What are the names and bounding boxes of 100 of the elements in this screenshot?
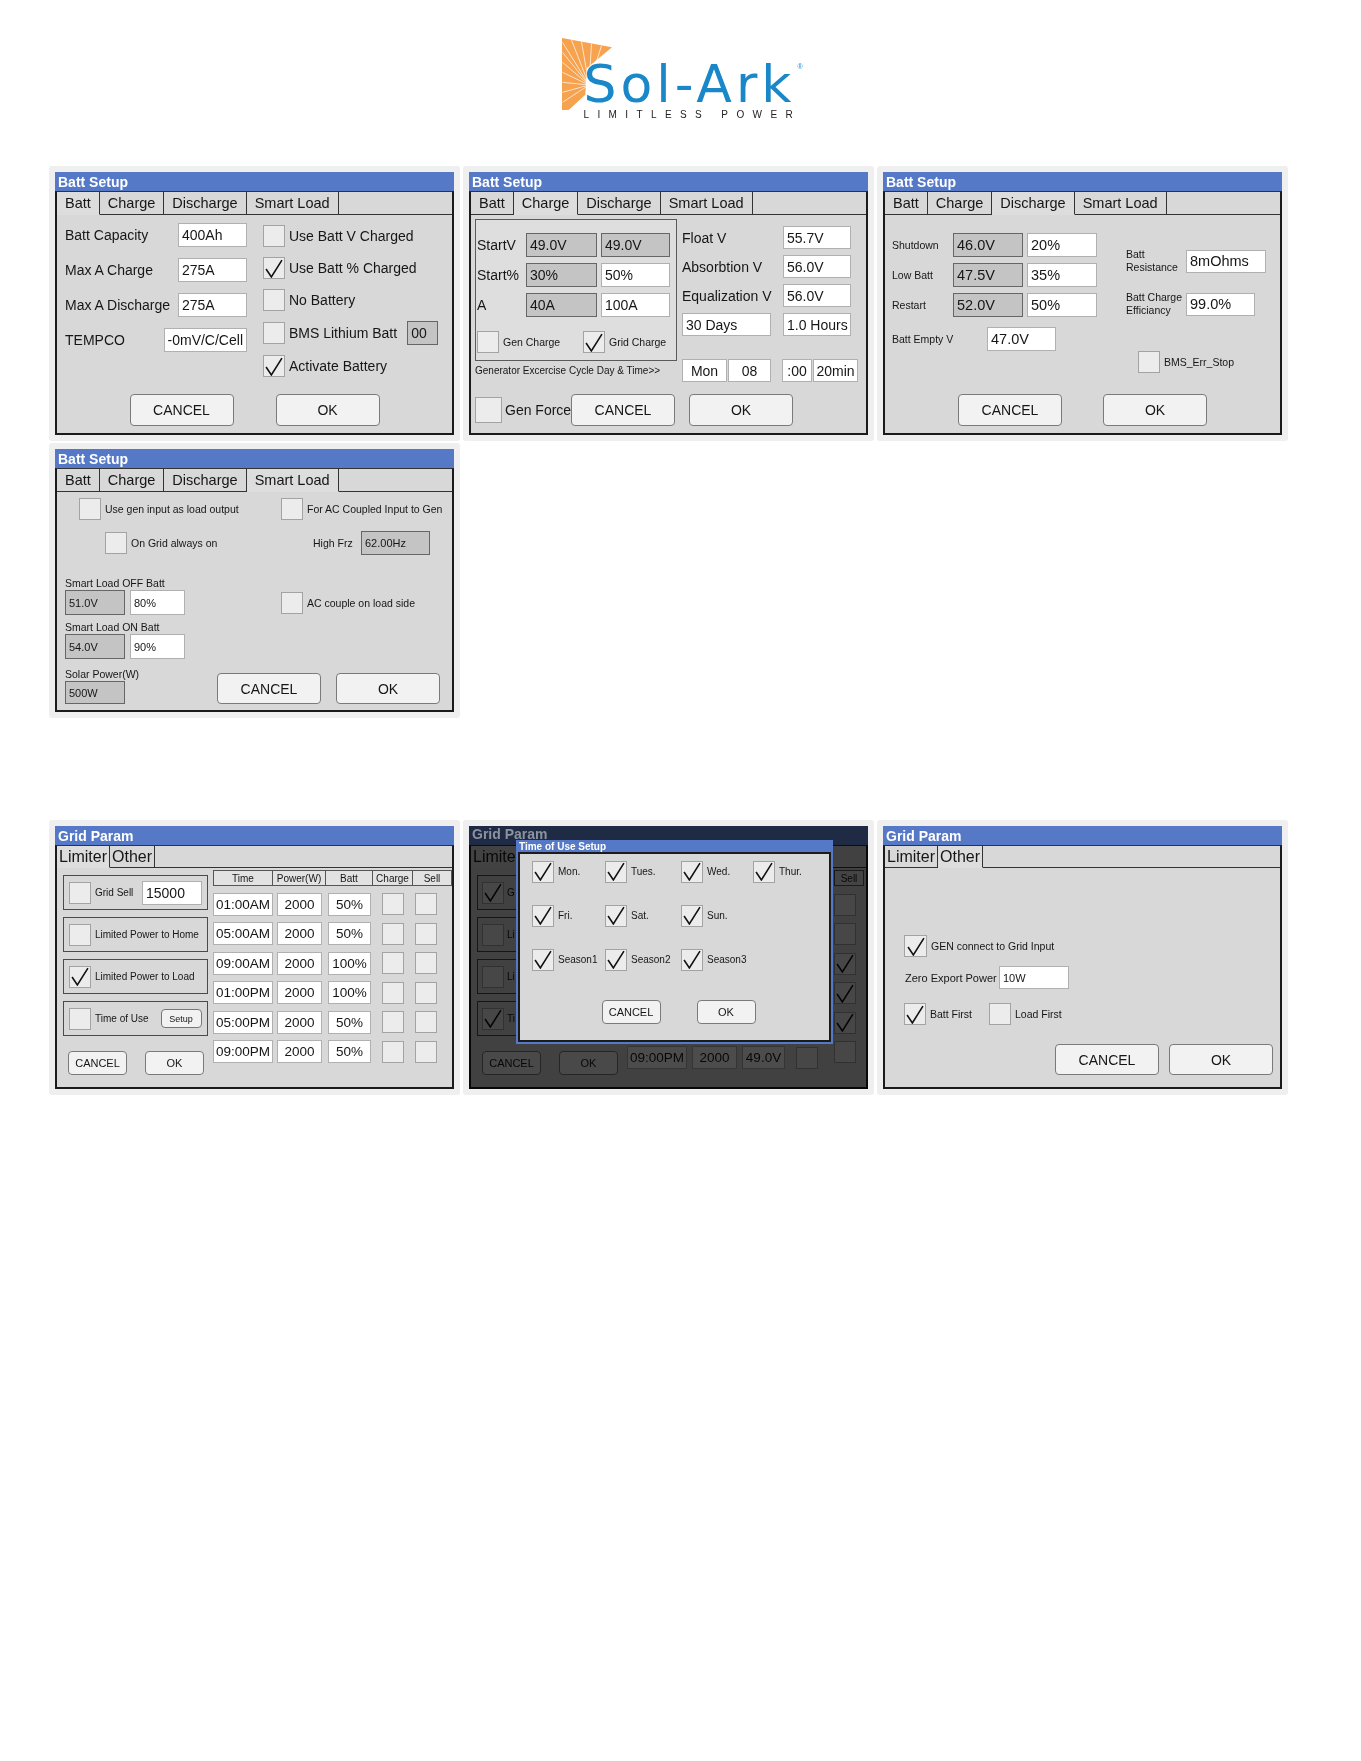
input-field[interactable]: 08: [728, 359, 771, 382]
ok-button[interactable]: OK: [145, 1051, 204, 1075]
tab[interactable]: Smart Load: [660, 192, 753, 215]
checkbox[interactable]: [681, 904, 703, 927]
input-field[interactable]: 400Ah: [178, 223, 247, 247]
checkbox[interactable]: [263, 355, 285, 377]
ok-button[interactable]: OK: [689, 394, 793, 426]
tab[interactable]: Discharge: [164, 192, 247, 215]
checkbox[interactable]: [415, 1040, 437, 1063]
cancel-button[interactable]: CANCEL: [129, 394, 234, 426]
cancel-button[interactable]: CANCEL: [1055, 1044, 1159, 1075]
cancel-button[interactable]: CANCEL: [68, 1051, 127, 1075]
checkbox[interactable]: [382, 1011, 404, 1033]
input-field[interactable]: Mon: [682, 359, 727, 382]
tab[interactable]: Batt: [885, 192, 928, 215]
checkbox[interactable]: [532, 860, 554, 883]
input-field[interactable]: 56.0V: [783, 284, 851, 307]
input-field[interactable]: 35%: [1027, 263, 1097, 287]
tab[interactable]: Batt: [57, 469, 100, 492]
tab[interactable]: Discharge: [992, 192, 1075, 215]
tab[interactable]: Charge: [99, 192, 165, 215]
input-field[interactable]: 2000: [277, 1010, 322, 1034]
input-field[interactable]: 8mOhms: [1186, 249, 1266, 273]
checkbox[interactable]: [482, 1007, 504, 1030]
tab[interactable]: Smart Load: [246, 192, 339, 215]
checkbox[interactable]: [605, 904, 627, 927]
checkbox[interactable]: [69, 881, 91, 904]
tab[interactable]: Discharge: [164, 469, 247, 492]
checkbox[interactable]: [477, 331, 499, 353]
ok-button[interactable]: OK: [1103, 394, 1207, 426]
checkbox[interactable]: [475, 397, 502, 423]
tab[interactable]: Charge: [927, 192, 993, 215]
checkbox[interactable]: [415, 981, 437, 1004]
input-field[interactable]: 80%: [130, 590, 185, 615]
checkbox[interactable]: [834, 923, 856, 945]
checkbox[interactable]: [989, 1003, 1011, 1025]
tab[interactable]: Limiter: [57, 846, 110, 868]
input-field[interactable]: 275A: [178, 293, 247, 317]
tab[interactable]: Batt: [57, 192, 100, 215]
checkbox[interactable]: [281, 592, 303, 614]
input-field[interactable]: 50%: [328, 1040, 371, 1063]
input-field[interactable]: 1.0 Hours: [783, 313, 851, 336]
cancel-button[interactable]: CANCEL: [217, 673, 321, 704]
input-field[interactable]: 20min: [813, 359, 858, 382]
checkbox[interactable]: [263, 225, 285, 247]
ok-button[interactable]: OK: [696, 1000, 756, 1024]
checkbox[interactable]: [382, 893, 404, 915]
cancel-button[interactable]: CANCEL: [958, 394, 1062, 426]
tab[interactable]: Other: [938, 846, 984, 868]
checkbox[interactable]: [382, 981, 404, 1004]
input-field[interactable]: 15000: [142, 880, 202, 905]
input-field[interactable]: 05:00AM: [213, 922, 273, 945]
checkbox[interactable]: [415, 922, 437, 945]
input-field[interactable]: 100%: [328, 951, 371, 975]
checkbox[interactable]: [415, 893, 437, 915]
input-field[interactable]: 2000: [277, 922, 322, 945]
checkbox[interactable]: [79, 498, 101, 520]
input-field[interactable]: 2000: [277, 892, 322, 916]
checkbox[interactable]: [105, 532, 127, 554]
input-field[interactable]: 275A: [178, 258, 247, 282]
checkbox[interactable]: [281, 498, 303, 520]
input-field[interactable]: 09:00PM: [213, 1040, 273, 1063]
checkbox[interactable]: [904, 1003, 926, 1025]
tab[interactable]: Charge: [99, 469, 165, 492]
checkbox[interactable]: [382, 922, 404, 945]
checkbox[interactable]: [482, 881, 504, 904]
checkbox[interactable]: [382, 952, 404, 974]
input-field[interactable]: 20%: [1027, 233, 1097, 257]
input-field[interactable]: 2000: [277, 951, 322, 975]
tab[interactable]: Smart Load: [1074, 192, 1167, 215]
checkbox[interactable]: [69, 923, 91, 946]
checkbox[interactable]: [753, 860, 775, 883]
checkbox[interactable]: [904, 935, 927, 957]
tab[interactable]: Batt: [471, 192, 514, 215]
input-field[interactable]: 100A: [601, 293, 670, 317]
ok-button[interactable]: OK: [336, 673, 440, 704]
checkbox[interactable]: [532, 904, 554, 927]
checkbox[interactable]: [605, 860, 627, 883]
checkbox[interactable]: [69, 1007, 91, 1030]
checkbox[interactable]: [605, 948, 627, 971]
input-field[interactable]: 30 Days: [682, 313, 771, 336]
input-field[interactable]: 99.0%: [1186, 292, 1255, 316]
checkbox[interactable]: [382, 1040, 404, 1063]
tab[interactable]: Discharge: [578, 192, 661, 215]
input-field[interactable]: 100%: [328, 981, 371, 1004]
checkbox[interactable]: [69, 965, 91, 988]
tab[interactable]: Smart Load: [246, 469, 339, 492]
input-field[interactable]: 90%: [130, 634, 185, 659]
checkbox[interactable]: [681, 860, 703, 883]
checkbox[interactable]: [415, 1011, 437, 1033]
input-field[interactable]: -0mV/C/Cell: [163, 328, 247, 352]
cancel-button[interactable]: CANCEL: [571, 394, 675, 426]
ok-button[interactable]: OK: [275, 394, 380, 426]
input-field[interactable]: 2000: [277, 1040, 322, 1063]
input-field[interactable]: 50%: [1027, 293, 1097, 317]
checkbox[interactable]: [415, 952, 437, 974]
input-field[interactable]: 50%: [328, 922, 371, 945]
checkbox[interactable]: [834, 893, 856, 916]
checkbox[interactable]: [834, 1011, 856, 1034]
input-field[interactable]: 10W: [999, 966, 1069, 989]
